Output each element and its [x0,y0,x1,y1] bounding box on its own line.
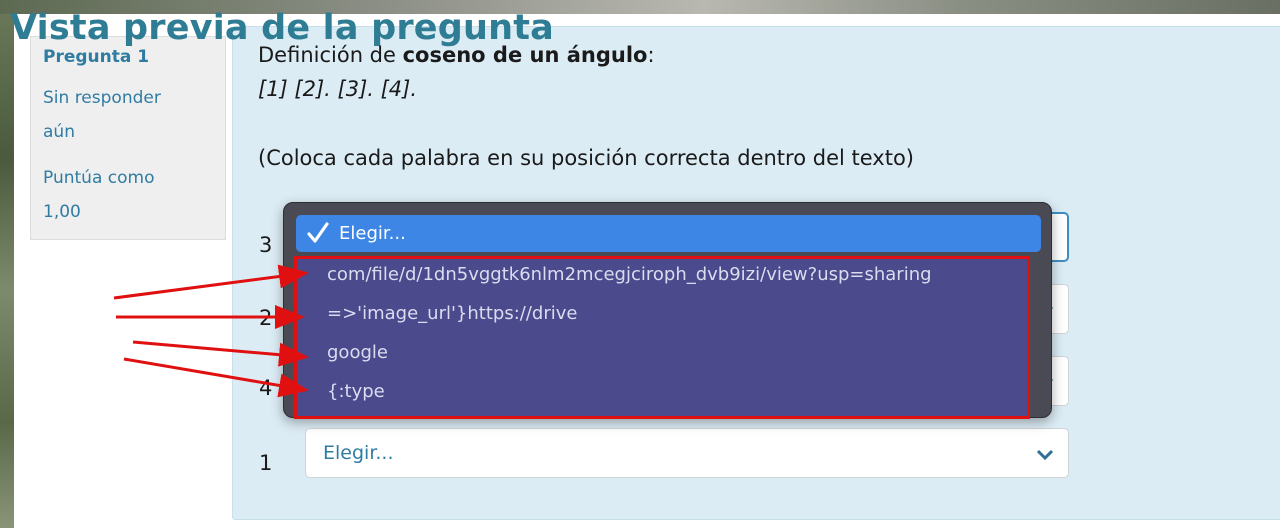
select-row-4[interactable]: Elegir... [305,428,1069,478]
dropdown-option-1[interactable]: com/file/d/1dn5vggtk6nlm2mcegjciroph_dvb… [327,264,932,285]
question-slots: [1] [2]. [3]. [4]. [258,77,418,101]
question-state-line1: Sin responder [43,88,161,108]
dropdown-option-selected[interactable]: Elegir... [296,215,1041,252]
dropdown-option-4[interactable]: {:type [327,381,385,402]
background-photo-left [0,0,14,528]
question-grade-label: Puntúa como [43,168,155,188]
question-intro-suffix: : [647,43,655,67]
question-intro-prefix: Definición de [258,43,403,67]
row-number-2: 2 [259,306,273,330]
select-row-4-value: Elegir... [323,442,394,464]
dropdown-option-2[interactable]: =>'image_url'}https://drive [327,303,577,324]
row-number-3: 4 [259,376,273,400]
question-instruction: (Coloca cada palabra en su posición corr… [258,146,914,170]
question-intro-bold: coseno de un ángulo [402,43,648,67]
dropdown-option-3[interactable]: google [327,342,388,363]
question-text: Definición de coseno de un ángulo: [258,40,655,70]
row-number-4: 1 [259,451,273,475]
row-number-1: 3 [259,233,273,257]
question-state-line2: aún [43,122,75,142]
chevron-down-icon [1036,449,1054,461]
question-info-block: Pregunta 1 Sin responder aún Puntúa como… [30,36,226,240]
dropdown-popup: Elegir... com/file/d/1dn5vggtk6nlm2mcegj… [283,202,1052,419]
dropdown-selected-label: Elegir... [339,223,406,244]
question-grade-value: 1,00 [43,202,81,222]
checkmark-icon [307,222,329,243]
